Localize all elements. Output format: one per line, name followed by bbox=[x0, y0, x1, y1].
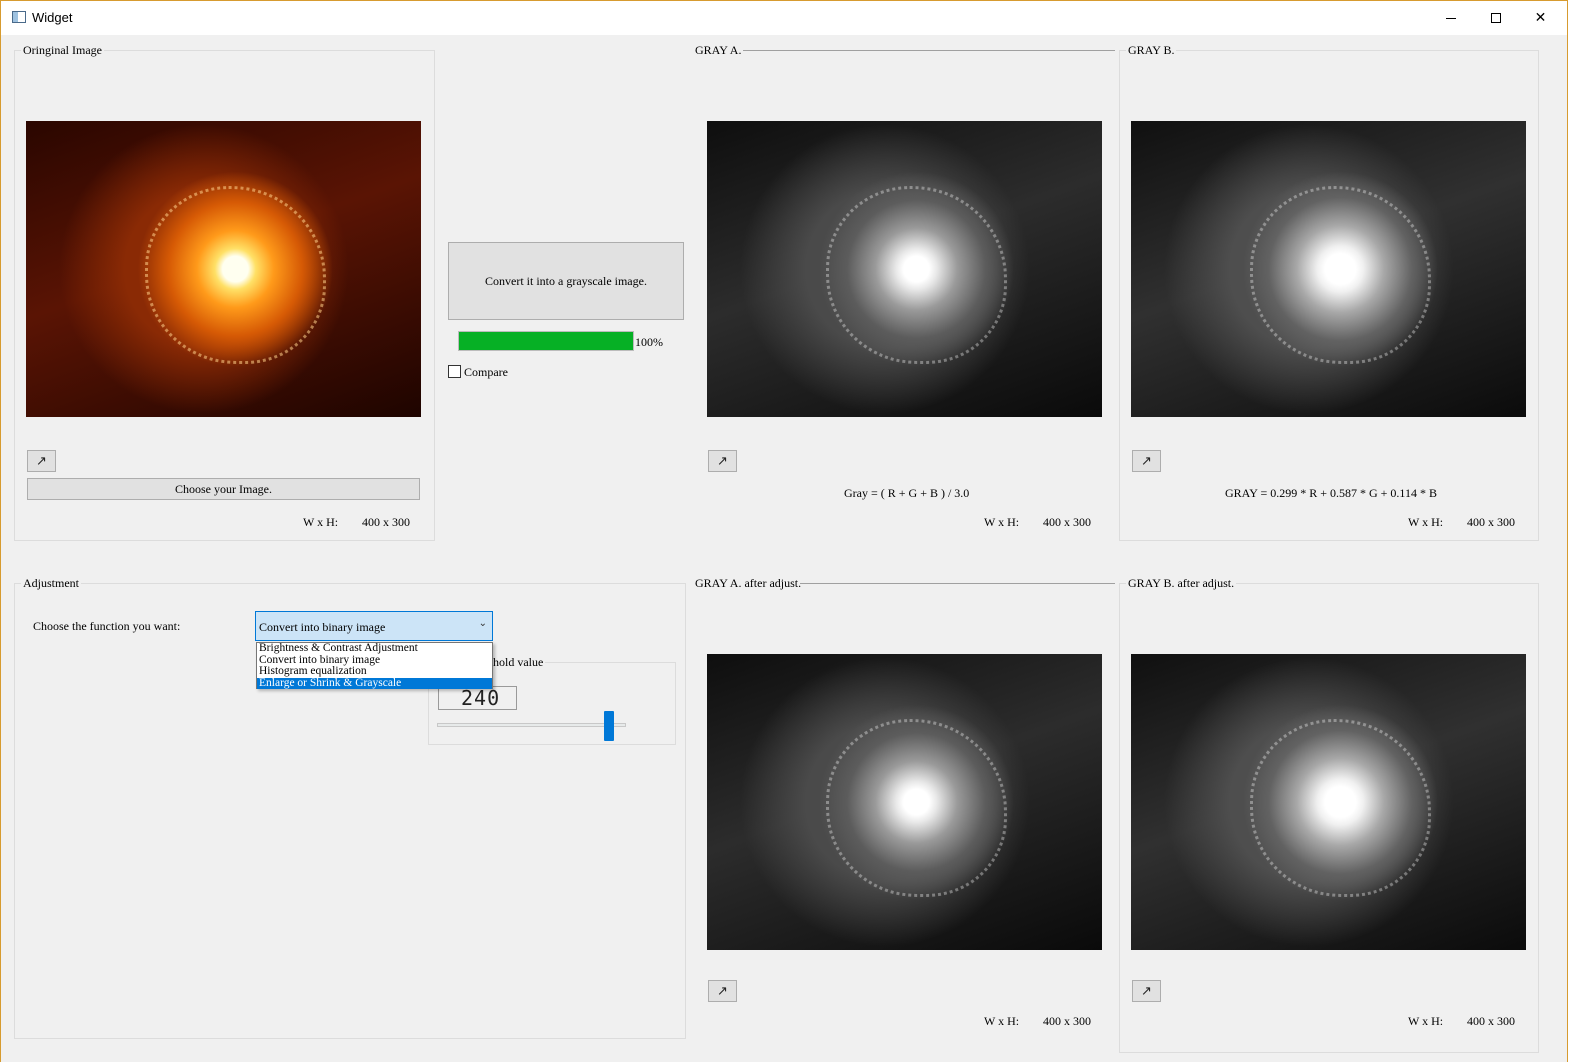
convert-progress-bar bbox=[458, 331, 634, 351]
gray-b-adjusted-size-label: W x H: bbox=[1408, 1014, 1444, 1028]
gray-a-size-label: W x H: bbox=[984, 515, 1020, 529]
gray-b-image bbox=[1131, 121, 1526, 417]
gray-a-adjusted-expand-button[interactable]: ↗ bbox=[708, 980, 737, 1002]
choose-image-button[interactable]: Choose your Image. bbox=[27, 478, 420, 500]
convert-grayscale-button[interactable]: Convert it into a grayscale image. bbox=[448, 242, 684, 320]
minimize-icon bbox=[1445, 17, 1456, 19]
gray-b-title: GRAY B. bbox=[1126, 43, 1177, 57]
title-bar[interactable]: Widget ✕ bbox=[1, 1, 1567, 35]
expand-arrow-icon: ↗ bbox=[1141, 453, 1152, 469]
close-button[interactable]: ✕ bbox=[1518, 1, 1563, 35]
expand-arrow-icon: ↗ bbox=[1141, 983, 1152, 999]
gray-a-size-value: 400 x 300 bbox=[1043, 515, 1091, 529]
expand-arrow-icon: ↗ bbox=[717, 983, 728, 999]
dropdown-option[interactable]: Brightness & Contrast Adjustment bbox=[257, 642, 492, 655]
choose-function-label: Choose the function you want: bbox=[33, 619, 181, 633]
compare-label: Compare bbox=[464, 365, 508, 379]
threshold-title: hold value bbox=[491, 655, 546, 669]
gray-b-adjusted-expand-button[interactable]: ↗ bbox=[1132, 980, 1161, 1002]
progress-fill bbox=[459, 332, 633, 350]
gray-b-adjusted-size-value: 400 x 300 bbox=[1467, 1014, 1515, 1028]
original-size-label: W x H: bbox=[303, 515, 339, 529]
threshold-slider-track[interactable] bbox=[437, 723, 626, 727]
gray-a-title: GRAY A. bbox=[695, 43, 742, 57]
maximize-icon bbox=[1490, 13, 1501, 23]
gray-b-expand-button[interactable]: ↗ bbox=[1132, 450, 1161, 472]
threshold-lcd-display: 240 bbox=[438, 686, 517, 710]
progress-text: 100% bbox=[635, 335, 663, 349]
chevron-down-icon: ⌄ bbox=[478, 618, 487, 629]
compare-checkbox[interactable] bbox=[448, 365, 461, 378]
dropdown-option[interactable]: Histogram equalization bbox=[257, 665, 492, 678]
gray-b-adjusted-image bbox=[1131, 654, 1526, 950]
minimize-button[interactable] bbox=[1428, 1, 1473, 35]
gray-a-adjusted-title: GRAY A. after adjust. bbox=[695, 576, 802, 590]
desktop-background bbox=[1568, 0, 1589, 1062]
window-title: Widget bbox=[32, 10, 73, 25]
gray-a-formula: Gray = ( R + G + B ) / 3.0 bbox=[844, 486, 970, 500]
gray-b-size-label: W x H: bbox=[1408, 515, 1444, 529]
gray-b-size-value: 400 x 300 bbox=[1467, 515, 1515, 529]
original-size-value: 400 x 300 bbox=[362, 515, 410, 529]
gray-a-adjusted-size-value: 400 x 300 bbox=[1043, 1014, 1091, 1028]
maximize-button[interactable] bbox=[1473, 1, 1518, 35]
original-image-title: Oringinal Image bbox=[21, 43, 104, 57]
app-icon bbox=[12, 11, 26, 23]
adjustment-title: Adjustment bbox=[21, 576, 81, 590]
gray-a-adjusted-image bbox=[707, 654, 1102, 950]
gray-a-adjusted-size-label: W x H: bbox=[984, 1014, 1020, 1028]
function-combobox-value: Convert into binary image bbox=[259, 620, 386, 634]
close-icon: ✕ bbox=[1534, 10, 1547, 26]
threshold-slider-handle[interactable] bbox=[604, 711, 614, 741]
app-window: Widget ✕ Oringinal Image ↗ Choose your I… bbox=[0, 0, 1568, 1062]
expand-arrow-icon: ↗ bbox=[36, 453, 47, 469]
dropdown-option-highlighted[interactable]: Enlarge or Shrink & Grayscale bbox=[257, 677, 492, 689]
expand-arrow-icon: ↗ bbox=[717, 453, 728, 469]
gray-a-image bbox=[707, 121, 1102, 417]
gray-b-adjusted-title: GRAY B. after adjust. bbox=[1126, 576, 1237, 590]
original-expand-button[interactable]: ↗ bbox=[27, 450, 56, 472]
function-combobox[interactable]: Convert into binary image ⌄ bbox=[255, 611, 493, 641]
gray-a-divider bbox=[743, 50, 1115, 51]
gray-a-adjusted-divider bbox=[800, 583, 1115, 584]
function-dropdown-list[interactable]: Brightness & Contrast Adjustment Convert… bbox=[256, 642, 493, 689]
original-image bbox=[26, 121, 421, 417]
gray-a-expand-button[interactable]: ↗ bbox=[708, 450, 737, 472]
gray-b-formula: GRAY = 0.299 * R + 0.587 * G + 0.114 * B bbox=[1225, 486, 1437, 500]
